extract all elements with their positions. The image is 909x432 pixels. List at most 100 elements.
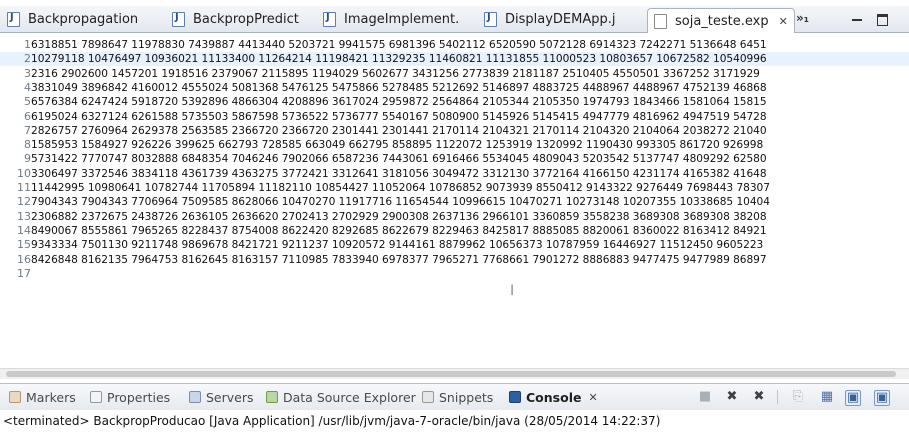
text-editor[interactable]: 16318851 7898647 11978830 7439887 441344… xyxy=(0,33,909,368)
scrollbar-thumb[interactable] xyxy=(6,371,896,377)
markers-icon xyxy=(9,391,21,403)
text-cursor-icon xyxy=(510,283,517,297)
tab-console[interactable]: Console ✕ xyxy=(509,388,598,406)
java-file-icon xyxy=(323,12,336,27)
tab-overflow-button[interactable]: »₁ xyxy=(796,11,809,25)
tab-display-dem-app[interactable]: DisplayDEMApp.j xyxy=(484,9,616,30)
line-text[interactable]: 6576384 6247424 5918720 5392896 4866304 … xyxy=(31,95,767,109)
line-text[interactable]: 6195024 6327124 6261588 5735503 5867598 … xyxy=(31,110,767,124)
line-text[interactable]: 2826757 2760964 2629378 2563585 2366720 … xyxy=(31,124,767,138)
editor-line[interactable]: 210279118 10476497 10936021 11133400 112… xyxy=(0,52,909,67)
horizontal-scrollbar[interactable] xyxy=(0,368,909,379)
line-text[interactable]: 8490067 8555861 7965265 8228437 8754008 … xyxy=(31,224,767,238)
editor-tab-bar: Backpropagation BackpropPredict ImageImp… xyxy=(0,6,909,33)
terminate-icon[interactable]: ■ xyxy=(698,390,712,404)
line-number: 2 xyxy=(24,52,31,66)
clear-console-icon[interactable]: ⎘ xyxy=(791,390,805,404)
editor-line[interactable]: 159343334 7501130 9211748 9869678 842172… xyxy=(0,238,909,252)
tab-backpropagation[interactable]: Backpropagation xyxy=(7,9,138,30)
close-view-icon[interactable]: ✕ xyxy=(588,391,597,404)
tab-label: DisplayDEMApp.j xyxy=(505,12,616,27)
editor-line[interactable]: 16318851 7898647 11978830 7439887 441344… xyxy=(0,38,909,52)
line-text[interactable]: 7904343 7904343 7706964 7509585 8628066 … xyxy=(31,195,770,209)
editor-line[interactable]: 81585953 1584927 926226 399625 662793 72… xyxy=(0,138,909,152)
editor-line[interactable]: 72826757 2760964 2629378 2563585 2366720… xyxy=(0,124,909,138)
view-tab-label: Snippets xyxy=(439,389,494,405)
view-tab-label: Markers xyxy=(26,389,76,405)
line-number: 16 xyxy=(17,252,31,266)
display-selected-console-icon[interactable]: ▣ xyxy=(874,390,890,406)
editor-line[interactable]: 168426848 8162135 7964753 8162645 816315… xyxy=(0,253,909,267)
tab-label: BackpropPredict xyxy=(193,12,299,27)
editor-line[interactable]: 32316 2902600 1457201 1918516 2379067 21… xyxy=(0,67,909,81)
console-icon xyxy=(509,391,521,403)
tab-snippets[interactable]: Snippets xyxy=(422,388,493,406)
line-text[interactable]: 2306882 2372675 2438726 2636105 2636620 … xyxy=(31,210,767,224)
java-file-icon xyxy=(172,12,185,27)
line-text[interactable]: 8426848 8162135 7964753 8162645 8163157 … xyxy=(31,253,767,267)
line-text[interactable]: 3831049 3896842 4160012 4555024 5081368 … xyxy=(31,81,767,95)
line-number: 5 xyxy=(24,95,31,109)
close-tab-icon[interactable]: ✕ xyxy=(779,15,788,28)
java-file-icon xyxy=(7,12,20,27)
line-text[interactable]: 2316 2902600 1457201 1918516 2379067 211… xyxy=(31,67,760,81)
line-text[interactable]: 11442995 10980641 10782744 11705894 1118… xyxy=(31,181,770,195)
editor-line[interactable]: 66195024 6327124 6261588 5735503 5867598… xyxy=(0,110,909,124)
line-number: 11 xyxy=(17,181,31,194)
tab-label: soja_teste.exp xyxy=(675,13,769,29)
line-number: 4 xyxy=(24,80,31,94)
editor-line[interactable]: 17 xyxy=(0,267,909,281)
editor-line[interactable]: 95731422 7770747 8032888 6848354 7046246… xyxy=(0,152,909,166)
line-number: 7 xyxy=(24,123,31,137)
tab-image-implement[interactable]: ImageImplement. xyxy=(323,9,459,30)
minimize-icon[interactable] xyxy=(851,13,863,25)
java-file-icon xyxy=(484,12,497,27)
line-number: 17 xyxy=(17,266,31,280)
toolbar-separator xyxy=(777,390,778,404)
tab-label: ImageImplement. xyxy=(344,12,460,27)
line-number: 13 xyxy=(17,209,31,223)
editor-line[interactable]: 148490067 8555861 7965265 8228437 875400… xyxy=(0,224,909,238)
view-tab-label: Console xyxy=(526,389,582,405)
maximize-icon[interactable] xyxy=(877,14,888,26)
console-status-line: <terminated> BackpropProducao [Java Appl… xyxy=(0,410,909,432)
properties-icon xyxy=(90,391,102,403)
line-text[interactable]: 6318851 7898647 11978830 7439887 4413440… xyxy=(31,38,767,52)
view-tab-label: Properties xyxy=(107,389,171,405)
editor-line[interactable]: 103306497 3372546 3834118 4361739 436327… xyxy=(0,167,909,181)
line-text[interactable]: 5731422 7770747 8032888 6848354 7046246 … xyxy=(31,152,767,166)
pin-console-icon[interactable]: ▣ xyxy=(845,390,861,406)
data-source-icon xyxy=(266,391,278,403)
console-status-text: <terminated> BackpropProducao [Java Appl… xyxy=(3,414,661,428)
view-tab-label: Data Source Explorer xyxy=(283,389,416,405)
line-number: 3 xyxy=(24,66,31,80)
text-file-icon xyxy=(654,13,667,29)
tab-label: Backpropagation xyxy=(28,12,139,27)
line-number: 15 xyxy=(17,238,31,252)
views-tab-bar: Markers Properties Servers Data Source E… xyxy=(0,383,909,411)
editor-line[interactable]: 1111442995 10980641 10782744 11705894 11… xyxy=(0,181,909,195)
line-text[interactable]: 1585953 1584927 926226 399625 662793 728… xyxy=(31,138,763,152)
line-number: 6 xyxy=(24,109,31,123)
tab-data-source-explorer[interactable]: Data Source Explorer xyxy=(266,388,416,406)
tab-soja-teste[interactable]: soja_teste.exp ✕ xyxy=(647,8,795,33)
line-number: 10 xyxy=(17,166,31,180)
line-text[interactable]: 3306497 3372546 3834118 4361739 4363275 … xyxy=(31,167,767,181)
remove-all-icon[interactable]: ✖ xyxy=(752,390,766,404)
tab-markers[interactable]: Markers xyxy=(9,388,76,406)
servers-icon xyxy=(189,391,201,403)
snippets-icon xyxy=(422,391,434,403)
line-text[interactable]: 10279118 10476497 10936021 11133400 1126… xyxy=(31,52,767,66)
remove-launch-icon[interactable]: ✖ xyxy=(725,390,739,404)
line-text[interactable]: 9343334 7501130 9211748 9869678 8421721 … xyxy=(31,238,763,252)
editor-line[interactable]: 127904343 7904343 7706964 7509585 862806… xyxy=(0,195,909,209)
editor-line[interactable]: 132306882 2372675 2438726 2636105 263662… xyxy=(0,210,909,224)
view-tab-label: Servers xyxy=(206,389,254,405)
tab-backprop-predict[interactable]: BackpropPredict xyxy=(172,9,299,30)
line-number: 1 xyxy=(24,38,31,51)
tab-servers[interactable]: Servers xyxy=(189,388,254,406)
tab-properties[interactable]: Properties xyxy=(90,388,170,406)
editor-line[interactable]: 56576384 6247424 5918720 5392896 4866304… xyxy=(0,95,909,109)
editor-line[interactable]: 43831049 3896842 4160012 4555024 5081368… xyxy=(0,81,909,95)
scroll-lock-icon[interactable]: ▦ xyxy=(820,390,834,404)
